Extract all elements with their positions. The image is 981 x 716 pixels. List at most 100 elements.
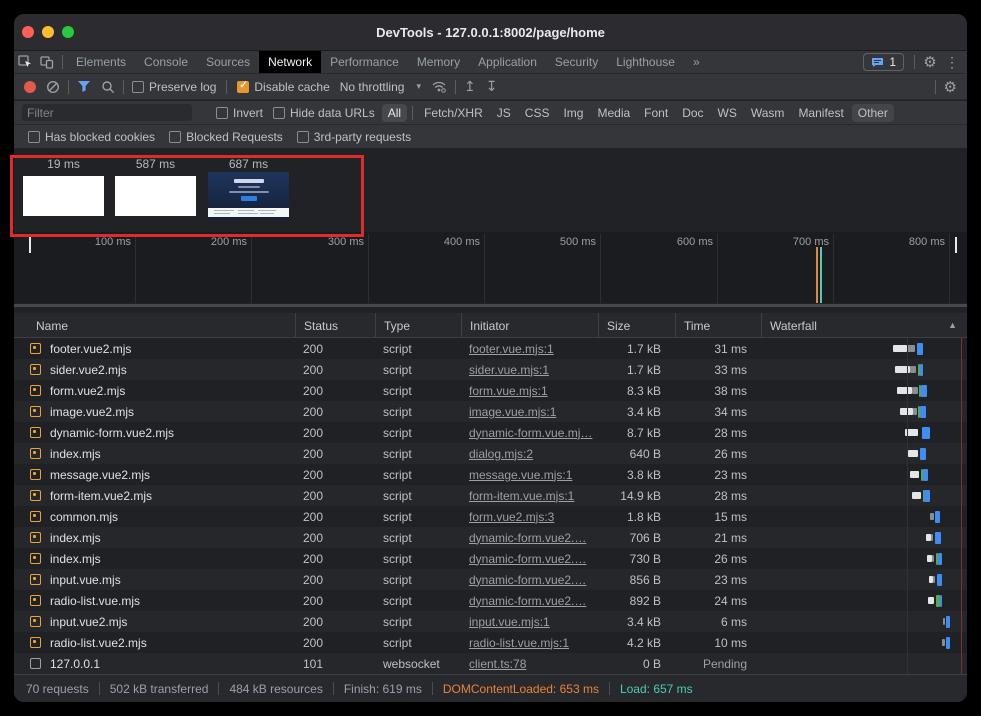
- network-settings-gear-icon[interactable]: ⚙: [944, 78, 957, 96]
- filter-pill-manifest[interactable]: Manifest: [792, 104, 849, 122]
- tab-elements[interactable]: Elements: [67, 51, 135, 73]
- cell-name: form-item.vue2.mjs: [14, 485, 295, 506]
- cell-initiator-link[interactable]: dynamic-form.vue.mj…: [461, 422, 598, 443]
- cell-initiator-link[interactable]: radio-list.vue.mjs:1: [461, 632, 598, 653]
- tab-sources[interactable]: Sources: [197, 51, 259, 73]
- cell-initiator-link[interactable]: footer.vue.mjs:1: [461, 338, 598, 359]
- tab-memory[interactable]: Memory: [408, 51, 469, 73]
- column-header-size[interactable]: Size: [598, 313, 675, 338]
- clear-network-log-icon[interactable]: [46, 80, 60, 94]
- cell-initiator-link[interactable]: message.vue.mjs:1: [461, 464, 598, 485]
- filter-funnel-icon[interactable]: [77, 80, 91, 93]
- filter-pill-all[interactable]: All: [382, 104, 407, 122]
- table-row[interactable]: radio-list.vue2.mjs200scriptradio-list.v…: [14, 632, 967, 653]
- cell-initiator-link[interactable]: input.vue.mjs:1: [461, 611, 598, 632]
- filter-pill-ws[interactable]: WS: [712, 104, 743, 122]
- cell-initiator-link[interactable]: form-item.vue.mjs:1: [461, 485, 598, 506]
- filter-pill-css[interactable]: CSS: [519, 104, 556, 122]
- filter-pill-js[interactable]: JS: [491, 104, 517, 122]
- column-header-status[interactable]: Status: [295, 313, 375, 338]
- filter-pill-fetch-xhr[interactable]: Fetch/XHR: [418, 104, 489, 122]
- tab-more-chevron[interactable]: »: [684, 51, 709, 73]
- cell-initiator-link[interactable]: form.vue.mjs:1: [461, 380, 598, 401]
- throttling-dropdown[interactable]: No throttling▾: [340, 80, 421, 94]
- cell-initiator-link[interactable]: client.ts:78: [461, 653, 598, 674]
- table-row[interactable]: 127.0.0.1101websocketclient.ts:780 BPend…: [14, 653, 967, 674]
- column-header-time[interactable]: Time: [675, 313, 761, 338]
- network-conditions-icon[interactable]: [431, 80, 447, 93]
- close-window-button[interactable]: [22, 26, 34, 38]
- inspect-element-icon[interactable]: [14, 51, 36, 73]
- range-handle-left[interactable]: [29, 237, 31, 253]
- maximize-window-button[interactable]: [62, 26, 74, 38]
- checkbox-blocked-requests[interactable]: Blocked Requests: [169, 130, 283, 144]
- issues-count: 1: [889, 55, 896, 69]
- filter-pill-media[interactable]: Media: [591, 104, 636, 122]
- checkbox-3rd-party-requests[interactable]: 3rd-party requests: [297, 130, 411, 144]
- table-row[interactable]: sider.vue2.mjs200scriptsider.vue.mjs:11.…: [14, 359, 967, 380]
- table-row[interactable]: footer.vue2.mjs200scriptfooter.vue.mjs:1…: [14, 338, 967, 359]
- issues-badge[interactable]: 1: [863, 53, 904, 71]
- table-row[interactable]: common.mjs200scriptform.vue2.mjs:31.8 kB…: [14, 506, 967, 527]
- disable-cache-checkbox[interactable]: Disable cache: [237, 80, 329, 94]
- waterfall-bar-segment: [935, 532, 941, 544]
- cell-initiator-link[interactable]: dynamic-form.vue2.…: [461, 590, 598, 611]
- column-header-type[interactable]: Type: [375, 313, 461, 338]
- cell-initiator-link[interactable]: dialog.mjs:2: [461, 443, 598, 464]
- filter-pill-other[interactable]: Other: [852, 104, 894, 122]
- cell-initiator-link[interactable]: form.vue2.mjs:3: [461, 506, 598, 527]
- table-row[interactable]: image.vue2.mjs200scriptimage.vue.mjs:13.…: [14, 401, 967, 422]
- table-row[interactable]: form.vue2.mjs200scriptform.vue.mjs:18.3 …: [14, 380, 967, 401]
- device-toolbar-icon[interactable]: [36, 51, 58, 73]
- search-icon[interactable]: [101, 80, 115, 94]
- import-har-icon[interactable]: ↥: [464, 78, 476, 95]
- table-row[interactable]: input.vue.mjs200scriptdynamic-form.vue2.…: [14, 569, 967, 590]
- table-row[interactable]: form-item.vue2.mjs200scriptform-item.vue…: [14, 485, 967, 506]
- invert-checkbox[interactable]: Invert: [216, 106, 263, 120]
- table-row[interactable]: index.mjs200scriptdynamic-form.vue2.…706…: [14, 527, 967, 548]
- column-header-waterfall[interactable]: Waterfall: [761, 313, 967, 338]
- table-row[interactable]: radio-list.vue.mjs200scriptdynamic-form.…: [14, 590, 967, 611]
- filter-pill-wasm[interactable]: Wasm: [745, 104, 791, 122]
- tab-performance[interactable]: Performance: [321, 51, 408, 73]
- waterfall-bar-segment: [907, 345, 915, 352]
- cell-initiator-link[interactable]: image.vue.mjs:1: [461, 401, 598, 422]
- cell-initiator-link[interactable]: dynamic-form.vue2.…: [461, 527, 598, 548]
- filter-pill-img[interactable]: Img: [557, 104, 589, 122]
- table-row[interactable]: index.mjs200scriptdialog.mjs:2640 B26 ms: [14, 443, 967, 464]
- filter-input[interactable]: [22, 104, 192, 121]
- cell-time: 26 ms: [675, 443, 761, 464]
- range-handle-right[interactable]: [955, 237, 957, 253]
- table-row[interactable]: message.vue2.mjs200scriptmessage.vue.mjs…: [14, 464, 967, 485]
- table-row[interactable]: input.vue2.mjs200scriptinput.vue.mjs:13.…: [14, 611, 967, 632]
- table-row[interactable]: dynamic-form.vue2.mjs200scriptdynamic-fo…: [14, 422, 967, 443]
- record-button[interactable]: [24, 81, 36, 93]
- cell-initiator-link[interactable]: sider.vue.mjs:1: [461, 359, 598, 380]
- table-header: NameStatusTypeInitiatorSizeTimeWaterfall…: [14, 313, 967, 338]
- waterfall-bar-segment: [913, 408, 917, 415]
- tab-console[interactable]: Console: [135, 51, 197, 73]
- settings-gear-icon[interactable]: ⚙: [919, 51, 941, 73]
- preserve-log-checkbox[interactable]: Preserve log: [132, 80, 216, 94]
- tab-security[interactable]: Security: [546, 51, 607, 73]
- cell-initiator-link[interactable]: dynamic-form.vue2.…: [461, 548, 598, 569]
- tab-application[interactable]: Application: [469, 51, 546, 73]
- more-options-icon[interactable]: ⋮: [941, 51, 963, 73]
- checkbox-has-blocked-cookies[interactable]: Has blocked cookies: [28, 130, 155, 144]
- sort-ascending-icon[interactable]: ▲: [948, 320, 957, 330]
- tab-lighthouse[interactable]: Lighthouse: [607, 51, 684, 73]
- disable-cache-label: Disable cache: [254, 80, 329, 94]
- throttling-value: No throttling: [340, 80, 405, 94]
- minimize-window-button[interactable]: [42, 26, 54, 38]
- filter-pill-doc[interactable]: Doc: [676, 104, 709, 122]
- export-har-icon[interactable]: ↧: [486, 78, 498, 95]
- tab-network[interactable]: Network: [259, 51, 321, 73]
- cell-initiator-link[interactable]: dynamic-form.vue2.…: [461, 569, 598, 590]
- table-row[interactable]: index.mjs200scriptdynamic-form.vue2.…730…: [14, 548, 967, 569]
- hide-data-urls-checkbox[interactable]: Hide data URLs: [273, 106, 375, 120]
- column-header-initiator[interactable]: Initiator: [461, 313, 598, 338]
- divider: [62, 55, 63, 69]
- column-header-name[interactable]: Name: [14, 313, 295, 338]
- filter-pill-font[interactable]: Font: [638, 104, 674, 122]
- overview-scrollbar[interactable]: [14, 304, 967, 307]
